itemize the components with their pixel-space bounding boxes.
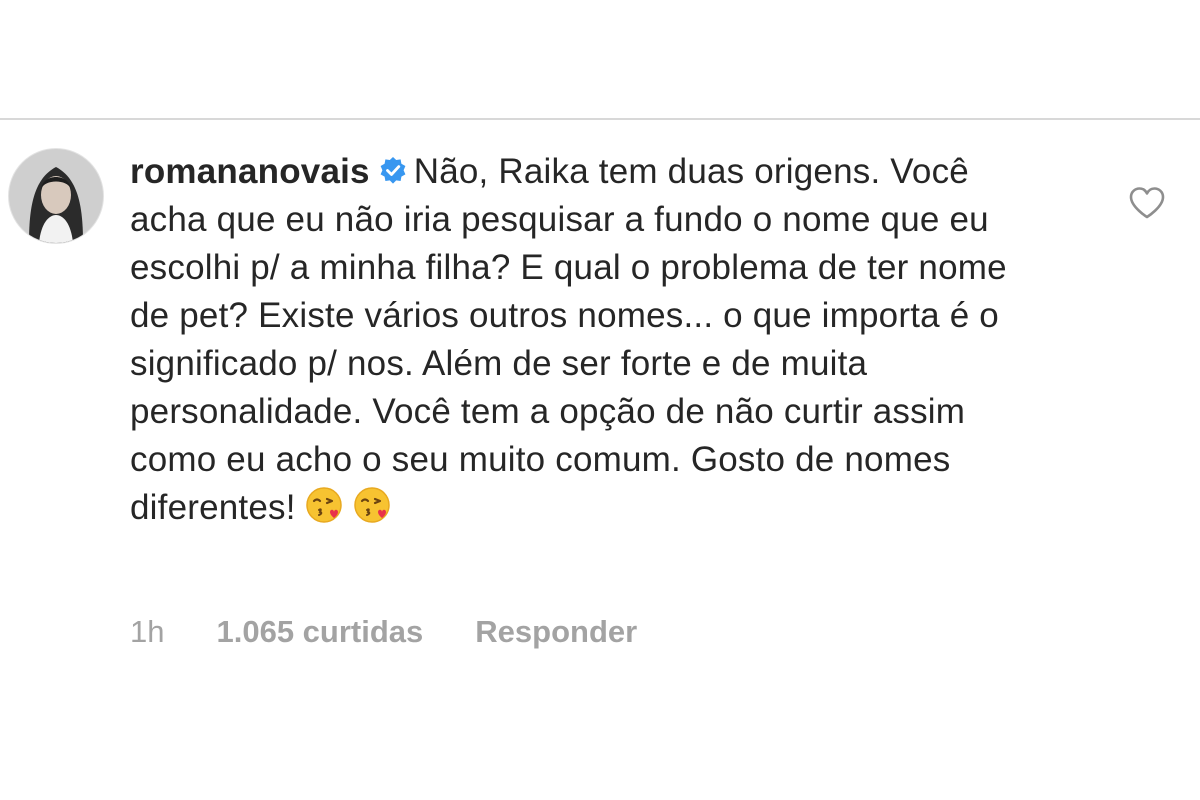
verified-badge-icon [378,156,408,186]
comment-likes-count[interactable]: 1.065 curtidas [216,612,423,652]
comment-text: Não, Raika tem duas origens. Você acha q… [130,152,1007,527]
comment-username[interactable]: romananovais [130,152,370,191]
comment-body: romananovais Não, Raika tem duas origens… [130,148,1040,532]
reply-button[interactable]: Responder [475,612,637,652]
comment-timestamp: 1h [130,614,165,649]
top-divider [0,118,1200,120]
face-blowing-a-kiss-icon [304,485,344,525]
comment-meta: 1h 1.065 curtidas Responder [130,612,637,652]
heart-outline-icon[interactable] [1128,186,1166,220]
face-blowing-a-kiss-icon [352,485,392,525]
avatar[interactable] [8,148,104,244]
